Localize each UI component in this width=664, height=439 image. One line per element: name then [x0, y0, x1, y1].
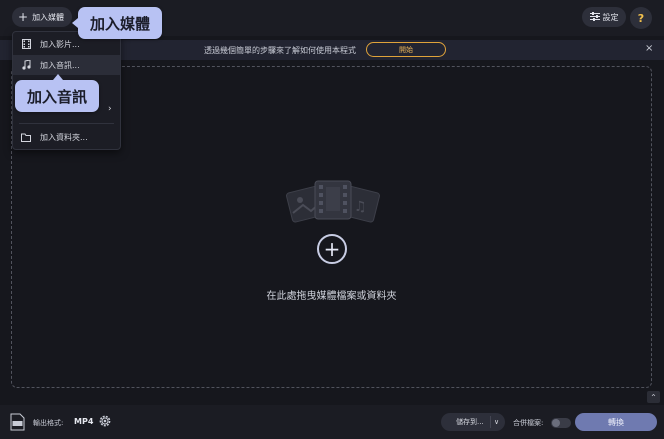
menu-divider — [19, 123, 114, 124]
media-files-icon: ♫ — [283, 179, 383, 228]
chevron-right-icon: › — [108, 104, 112, 114]
drop-hint-text: 在此處拖曳媒體檔案或資料夾 — [266, 291, 397, 302]
help-button[interactable]: ? — [630, 7, 652, 29]
add-media-callout: 加入媒體 — [72, 7, 162, 39]
output-format-value[interactable]: MP4 — [74, 417, 93, 426]
convert-button[interactable]: 轉換 — [575, 413, 657, 431]
scroll-up-button[interactable]: ⌃ — [647, 391, 660, 403]
output-format-label: 輸出格式: — [33, 419, 64, 427]
film-icon — [20, 39, 32, 49]
menu-item-label: 加入資料夾... — [40, 132, 88, 142]
menu-item-add-folder[interactable]: 加入資料夾... — [13, 127, 120, 147]
svg-text:♫: ♫ — [354, 199, 367, 215]
gear-icon[interactable] — [98, 414, 112, 431]
sliders-icon — [589, 11, 600, 23]
toggle-knob — [552, 419, 560, 427]
chevron-down-icon[interactable]: ∨ — [490, 416, 499, 428]
format-icon[interactable] — [10, 413, 25, 434]
add-media-button[interactable]: + 加入媒體 — [12, 7, 73, 27]
question-icon: ? — [637, 11, 645, 25]
menu-item-label: 加入影片... — [40, 39, 80, 49]
add-audio-callout: 加入音訊 — [15, 74, 99, 112]
start-tutorial-button[interactable]: 開始 — [366, 42, 446, 57]
music-note-icon — [20, 60, 32, 70]
merge-files-toggle[interactable] — [551, 418, 571, 428]
merge-files-label: 合併檔案: — [513, 419, 544, 427]
save-to-label: 儲存到... — [456, 418, 484, 426]
tutorial-text: 透過幾個簡單的步驟來了解如何使用本程式 — [204, 46, 356, 55]
settings-label: 設定 — [602, 12, 619, 22]
menu-item-add-audio[interactable]: 加入音訊... — [13, 55, 120, 75]
add-media-label: 加入媒體 — [32, 12, 65, 22]
save-to-button[interactable]: 儲存到... ∨ — [441, 413, 505, 431]
close-icon[interactable]: × — [645, 43, 653, 54]
folder-icon — [20, 133, 32, 142]
menu-item-label: 加入音訊... — [40, 60, 80, 70]
settings-button[interactable]: 設定 — [582, 7, 626, 27]
add-files-button[interactable]: + — [317, 234, 347, 264]
bottom-bar: 輸出格式: MP4 儲存到... ∨ 合併檔案: 轉換 — [0, 405, 664, 439]
plus-icon: + — [18, 10, 29, 24]
